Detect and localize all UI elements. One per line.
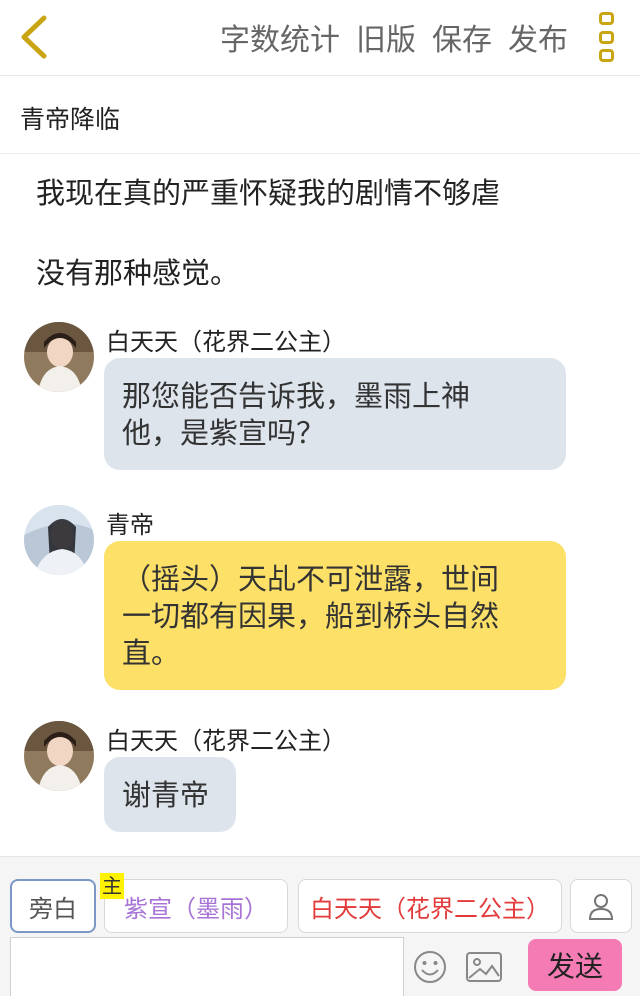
image-icon bbox=[466, 952, 502, 982]
role-narrator-button[interactable]: 旁白 bbox=[10, 879, 96, 933]
back-icon bbox=[21, 15, 47, 59]
role-baitiantian-button[interactable]: 白天天（花界二公主） bbox=[298, 879, 562, 933]
emoji-button[interactable] bbox=[412, 949, 448, 985]
top-bar: 字数统计 旧版 保存 发布 bbox=[0, 0, 640, 76]
publish-button[interactable]: 发布 bbox=[508, 15, 568, 59]
message-text: 他，是紫宣吗？ bbox=[122, 416, 326, 450]
avatar bbox=[24, 505, 94, 575]
image-button[interactable] bbox=[464, 949, 504, 985]
avatar bbox=[24, 322, 94, 392]
message-text: （摇头）天乩不可泄露，世间 bbox=[122, 562, 500, 596]
avatar bbox=[24, 721, 94, 791]
send-button[interactable]: 发送 bbox=[528, 939, 622, 991]
main-role-badge: 主 bbox=[100, 873, 124, 899]
sender-name: 白天天（花界二公主） bbox=[106, 727, 346, 755]
narration-line: 我现在真的严重怀疑我的剧情不够虐 bbox=[36, 176, 501, 210]
sender-name: 白天天（花界二公主） bbox=[106, 328, 346, 356]
top-actions: 字数统计 旧版 保存 发布 bbox=[220, 14, 568, 60]
old-version-button[interactable]: 旧版 bbox=[356, 15, 416, 59]
message-bubble[interactable]: 那您能否告诉我，墨雨上神 他，是紫宣吗？ bbox=[104, 358, 566, 470]
message-text: 那您能否告诉我，墨雨上神 bbox=[122, 379, 471, 413]
message-text: 谢青帝 bbox=[122, 778, 210, 812]
more-icon[interactable] bbox=[596, 12, 618, 62]
word-count-button[interactable]: 字数统计 bbox=[220, 15, 340, 59]
role-zixuan-button[interactable]: 紫宣（墨雨） bbox=[104, 879, 288, 933]
chapter-title: 青帝降临 bbox=[20, 105, 121, 134]
compose-toolbar: 旁白 紫宣（墨雨） 主 白天天（花界二公主） 发送 bbox=[0, 856, 640, 996]
chapter-title-row[interactable]: 青帝降临 bbox=[0, 76, 640, 154]
message-input[interactable] bbox=[10, 937, 404, 996]
message-text: 一切都有因果，船到桥头自然 bbox=[122, 599, 500, 633]
message-bubble[interactable]: 谢青帝 bbox=[104, 757, 236, 832]
add-role-button[interactable] bbox=[570, 879, 632, 933]
message-bubble[interactable]: （摇头）天乩不可泄露，世间 一切都有因果，船到桥头自然 直。 bbox=[104, 541, 566, 690]
back-button[interactable] bbox=[14, 12, 54, 62]
save-button[interactable]: 保存 bbox=[432, 15, 492, 59]
narration-line: 没有那种感觉。 bbox=[36, 256, 240, 290]
person-icon bbox=[588, 894, 614, 920]
message-text: 直。 bbox=[122, 636, 181, 670]
emoji-icon bbox=[414, 951, 446, 983]
sender-name: 青帝 bbox=[106, 511, 154, 539]
